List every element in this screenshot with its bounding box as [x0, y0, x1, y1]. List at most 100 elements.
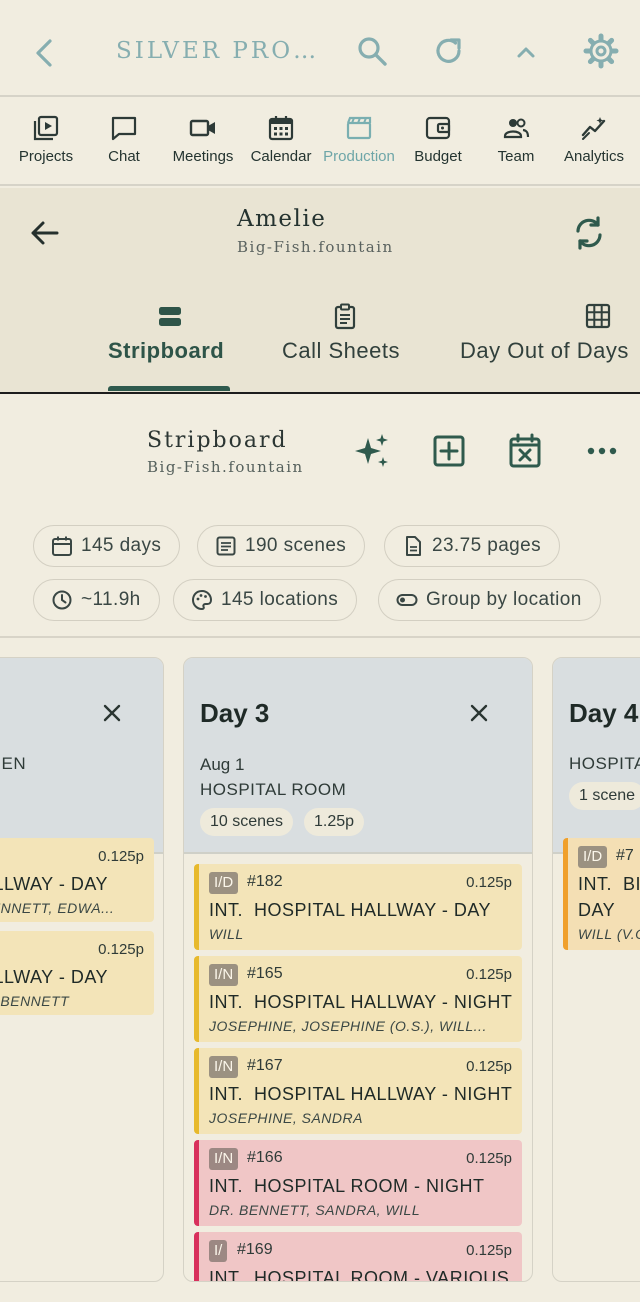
scene-cast: WILL (V.O	[578, 926, 640, 942]
scene-number: #182	[247, 873, 283, 890]
search-icon[interactable]	[354, 33, 390, 69]
chip-days: 145 days	[33, 525, 181, 567]
nav-item-team[interactable]: Team	[482, 98, 550, 186]
team-icon	[502, 114, 530, 142]
calendar-remove-icon[interactable]	[506, 432, 544, 470]
day-column: Day 3 Aug 1 HOSPITAL ROOM 10 scenes 1.25…	[183, 657, 533, 1282]
chip-scenes: 190 scenes	[197, 525, 366, 567]
project-header: Amelie Big-Fish.fountain Stripboard Call…	[0, 188, 640, 394]
scene-type-badge: I/D	[209, 872, 239, 894]
scene-strip[interactable]: 0.125p ALLWAY - DAY R. BENNETT	[0, 931, 154, 1015]
nav-item-projects[interactable]: Projects	[8, 98, 84, 186]
day-date: Aug 1	[200, 755, 245, 774]
scene-strip[interactable]: I/ #169 0.125p INT. HOSPITAL ROOM - VARI…	[194, 1232, 522, 1282]
clock-icon	[51, 589, 73, 611]
page-count-badge: 1.25p	[304, 808, 365, 836]
chip-locations: 145 locations	[173, 579, 358, 621]
scene-cast: JOSEPHINE, SANDRA	[209, 1110, 363, 1126]
day-column: CHEN 0.125p ALLWAY - DAY BENNETT, EDWA..…	[0, 657, 164, 1282]
scene-number: #165	[247, 965, 283, 982]
scene-strip[interactable]: I/D #182 0.125p INT. HOSPITAL HALLWAY - …	[194, 864, 522, 950]
nav-item-meetings[interactable]: Meetings	[164, 98, 242, 186]
close-icon[interactable]	[468, 702, 490, 724]
stripboard-title: Stripboard	[147, 428, 288, 453]
scene-type-badge: I/N	[209, 1056, 239, 1078]
scene-number: #167	[247, 1057, 283, 1074]
calendar-icon	[267, 114, 295, 142]
scene-count-badge: 10 scenes	[200, 808, 293, 836]
clipboard-icon	[331, 302, 359, 330]
wallet-icon	[424, 114, 452, 142]
analytics-icon	[580, 114, 608, 142]
grid-icon	[584, 302, 612, 330]
calendar-icon	[51, 535, 73, 557]
chip-pages: 23.75 pages	[384, 525, 560, 567]
scene-heading: INT. HOSPITAL HALLWAY - NIGHT	[209, 992, 513, 1012]
top-app-bar: SILVER PRO…	[0, 0, 640, 97]
scene-type-badge: I/N	[209, 964, 239, 986]
sparkles-icon[interactable]	[353, 432, 391, 470]
scene-cast: DR. BENNETT, SANDRA, WILL	[209, 1202, 421, 1218]
scene-strip[interactable]: I/N #166 0.125p INT. HOSPITAL ROOM - NIG…	[194, 1140, 522, 1226]
scene-number: #7	[616, 847, 634, 864]
palette-icon	[191, 589, 213, 611]
scene-type-badge: I/	[209, 1240, 228, 1262]
day-header: Day 4 HOSPITA 1 scene	[553, 658, 640, 854]
scene-heading: INT. HOSPITAL HALLWAY - NIGHT	[209, 1084, 513, 1104]
sync-icon[interactable]	[570, 214, 608, 252]
day-location: HOSPITAL ROOM	[200, 780, 347, 799]
project-file: Big-Fish.fountain	[237, 238, 394, 256]
scene-strip[interactable]: 0.125p ALLWAY - DAY BENNETT, EDWA...	[0, 838, 154, 922]
scene-cast: WILL	[209, 926, 244, 942]
stripboard-icon	[156, 302, 184, 330]
nav-item-chat[interactable]: Chat	[92, 98, 156, 186]
gear-icon[interactable]	[583, 33, 619, 69]
scene-cast: JOSEPHINE, JOSEPHINE (O.S.), WILL...	[209, 1018, 487, 1034]
day-title: Day 4	[569, 698, 639, 728]
more-icon[interactable]	[583, 432, 621, 470]
day-header: Day 3 Aug 1 HOSPITAL ROOM 10 scenes 1.25…	[184, 658, 532, 854]
tab-call-sheets[interactable]: Call Sheets	[282, 298, 412, 392]
scene-heading: INT. HOSPITAL ROOM - VARIOUS	[209, 1268, 510, 1282]
tab-day-out-of-days[interactable]: Day Out of Days	[460, 298, 640, 392]
chip-group-by-location[interactable]: Group by location	[378, 579, 601, 621]
chat-icon	[110, 114, 138, 142]
chip-duration: ~11.9h	[33, 579, 160, 621]
day-location: CHEN	[0, 754, 27, 773]
tab-indicator	[108, 386, 230, 391]
back-arrow-icon[interactable]	[30, 36, 60, 70]
add-day-icon[interactable]	[430, 432, 468, 470]
clapperboard-icon	[345, 114, 373, 142]
nav-item-budget[interactable]: Budget	[402, 98, 474, 186]
scene-strip[interactable]: I/N #165 0.125p INT. HOSPITAL HALLWAY - …	[194, 956, 522, 1042]
chevron-up-icon[interactable]	[508, 33, 544, 69]
scene-type-badge: I/N	[209, 1148, 239, 1170]
close-icon[interactable]	[101, 702, 123, 724]
day-title: Day 3	[200, 698, 270, 728]
scene-type-badge: I/D	[578, 846, 608, 868]
scene-count-badge: 1 scene	[569, 782, 640, 810]
day-header: CHEN	[0, 658, 163, 854]
list-icon	[215, 535, 237, 557]
projects-icon	[32, 114, 60, 142]
scene-number: #166	[247, 1149, 283, 1166]
scene-heading-cont: DAY	[578, 900, 616, 920]
nav-item-analytics[interactable]: Analytics	[558, 98, 630, 186]
refresh-icon[interactable]	[431, 33, 467, 69]
scene-heading: INT. HOSPITAL HALLWAY - DAY	[209, 900, 492, 920]
day-location: HOSPITA	[569, 754, 640, 773]
divider	[0, 636, 640, 638]
scene-number: #169	[237, 1241, 273, 1258]
day-column: Day 4 HOSPITA 1 scene I/D #7 INT. BI DAY…	[552, 657, 640, 1282]
toggle-icon	[396, 589, 418, 611]
video-icon	[189, 114, 217, 142]
app-title: SILVER PRO…	[116, 38, 320, 64]
scene-strip[interactable]: I/D #7 INT. BI DAY WILL (V.O	[563, 838, 640, 950]
tab-stripboard[interactable]: Stripboard	[108, 298, 232, 392]
nav-item-production[interactable]: Production	[320, 98, 398, 186]
project-name: Amelie	[237, 206, 327, 232]
back-arrow-icon[interactable]	[28, 216, 62, 250]
scene-strip[interactable]: I/N #167 0.125p INT. HOSPITAL HALLWAY - …	[194, 1048, 522, 1134]
nav-item-calendar[interactable]: Calendar	[244, 98, 318, 186]
main-nav: Projects Chat Meetings Calendar Producti…	[0, 98, 640, 186]
